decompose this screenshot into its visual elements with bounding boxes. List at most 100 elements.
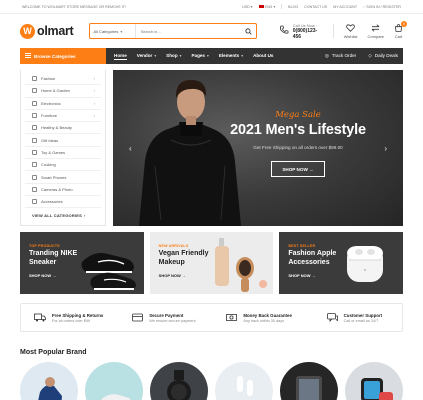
contact-link[interactable]: CONTACT US	[304, 5, 327, 9]
currency-select[interactable]: USD ▾	[242, 5, 252, 9]
menu-icon	[25, 53, 31, 59]
beauty-icon	[32, 125, 37, 131]
home-icon	[32, 88, 37, 94]
sidebar-item-cameras[interactable]: Cameras & Photo	[25, 184, 101, 196]
search-icon[interactable]	[242, 27, 256, 35]
brand-item[interactable]	[150, 362, 208, 400]
logo[interactable]: W olmart	[20, 23, 87, 39]
chat-icon	[326, 309, 338, 327]
main-nav: Browse Categories Home Vendor ▾ Shop ▾ Pag…	[20, 48, 403, 64]
browse-categories-button[interactable]: Browse Categories	[20, 48, 106, 64]
brand-item[interactable]	[280, 362, 338, 400]
chevron-right-icon: ›	[93, 88, 95, 94]
hero-slider: ‹ › Mega Sale 2021 Men's Lifestyle Get F…	[113, 70, 403, 226]
sidebar-item-health-beauty[interactable]: Healthy & Beauty	[25, 122, 101, 135]
top-bar: WELCOME TO WOLMART STORE MESSAGE OR REMO…	[0, 0, 423, 14]
electronics-icon	[32, 100, 37, 106]
nav-pages[interactable]: Pages ▾	[191, 53, 208, 59]
phone-icon	[279, 22, 289, 40]
promo-banner-makeup[interactable]: NEW ARRIVALS Vegan Friendly Makeup SHOP …	[149, 232, 274, 294]
language-select[interactable]: ENG ▾	[258, 5, 275, 9]
chevron-down-icon: ▾	[179, 53, 182, 58]
brand-row	[20, 362, 403, 400]
furniture-icon	[32, 113, 37, 119]
sidebar-item-toys[interactable]: Toy & Games	[25, 147, 101, 160]
welcome-text: WELCOME TO WOLMART STORE MESSAGE OR REMO…	[22, 4, 126, 9]
chevron-right-icon: ›	[93, 100, 95, 106]
brand-item[interactable]	[20, 362, 78, 400]
sidebar-item-electronics[interactable]: Electronics ›	[25, 98, 101, 110]
cart-button[interactable]: 0 Cart	[394, 20, 407, 39]
compare-button[interactable]: Compare	[368, 23, 384, 39]
top-links: USD ▾ ENG ▾ BLOG CONTACT US MY ACCOUNT ◌…	[242, 4, 401, 9]
hero-shop-now-button[interactable]: SHOP NOW →	[271, 161, 325, 177]
tag-icon: ◇	[368, 52, 372, 58]
sidebar-item-accessories[interactable]: Accessories	[25, 196, 101, 209]
hero-tag: Mega Sale	[275, 110, 321, 120]
logo-mark-icon: W	[20, 23, 35, 39]
search-bar: All Categories ▾	[88, 23, 257, 39]
chevron-right-icon: ›	[93, 76, 95, 82]
brand-item[interactable]	[345, 362, 403, 400]
cooking-icon	[32, 162, 37, 168]
promo-banners: TOP PRODUCTS Tranding NIKE Sneaker SHOP …	[20, 232, 404, 294]
nav-about[interactable]: About Us	[253, 53, 273, 59]
slider-prev-arrow[interactable]: ‹	[129, 144, 132, 153]
nav-menu: Home Vendor ▾ Shop ▾ Pages ▾ Elements ▾ Abou…	[114, 53, 273, 60]
wallet-icon	[132, 309, 144, 327]
feature-shipping: Free Shipping & Returns For all orders ov…	[21, 309, 116, 327]
sidebar-item-fashion[interactable]: Fashion ›	[25, 73, 101, 86]
sidebar-item-cooking[interactable]: Cooking	[25, 159, 101, 172]
nav-shop[interactable]: Shop ▾	[166, 53, 181, 59]
promo-banner-apple[interactable]: BEST SELLER Fashion Apple Accessories SH…	[279, 232, 404, 294]
feature-strip: Free Shipping & Returns For all orders ov…	[20, 303, 403, 332]
sign-in-link[interactable]: ◌ SIGN IN / REGISTER	[363, 5, 401, 9]
fashion-icon	[32, 76, 37, 82]
sidebar-item-home-garden[interactable]: Home & Garden ›	[25, 85, 101, 98]
chevron-down-icon: ▾	[154, 53, 157, 58]
heart-icon	[346, 23, 355, 33]
hero-content: Mega Sale 2021 Men's Lifestyle Get Free …	[193, 110, 403, 177]
user-icon: ◌	[363, 4, 366, 9]
brand-item[interactable]	[85, 362, 143, 400]
toy-icon	[32, 149, 37, 155]
nav-vendor[interactable]: Vendor ▾	[137, 53, 156, 59]
nav-right: ◎ Track Order ◇ Daily Deals	[325, 53, 403, 60]
sneaker-image	[81, 253, 136, 290]
feature-support: Customer Support Call or email us 24/7	[307, 309, 402, 327]
nav-home[interactable]: Home	[114, 53, 127, 60]
money-icon	[226, 309, 238, 327]
sidebar-item-gift-ideas[interactable]: Gift Ideas	[25, 134, 101, 147]
brand-item[interactable]	[215, 362, 273, 400]
hero-subtitle: Get Free Shipping on all orders over $99…	[253, 145, 343, 150]
search-category-select[interactable]: All Categories ▾	[90, 24, 136, 38]
daily-deals-link[interactable]: ◇ Daily Deals	[368, 53, 398, 60]
feature-payment: Secure Payment We ensure secure payment	[116, 309, 211, 327]
call-number[interactable]: 0(800)123-456	[293, 28, 323, 40]
track-order-link[interactable]: ◎ Track Order	[325, 53, 356, 60]
chevron-right-icon: ›	[93, 113, 95, 119]
makeup-image	[215, 238, 268, 292]
wishlist-button[interactable]: Wishlist	[344, 23, 358, 39]
my-account-link[interactable]: MY ACCOUNT	[333, 5, 357, 9]
header-actions: Call Us Now : 0(800)123-456 Wishlist Com…	[279, 20, 407, 40]
logo-text: olmart	[37, 24, 74, 38]
nav-elements[interactable]: Elements ▾	[219, 53, 243, 59]
blog-link[interactable]: BLOG	[288, 5, 298, 9]
header: W olmart All Categories ▾ Call Us Now : …	[0, 14, 423, 48]
gift-icon	[32, 137, 37, 143]
sidebar-item-smart-phones[interactable]: Smart Phones	[25, 171, 101, 184]
promo-banner-sneaker[interactable]: TOP PRODUCTS Tranding NIKE Sneaker SHOP …	[20, 232, 144, 294]
hero-title: 2021 Men's Lifestyle	[230, 122, 366, 138]
flag-icon	[258, 5, 264, 8]
chevron-down-icon: ▾	[241, 53, 244, 58]
search-input[interactable]	[135, 24, 242, 38]
feature-money-back: Money Back Guarantee Any back within 30 d…	[212, 309, 307, 327]
section-title: Most Popular Brand	[20, 349, 87, 356]
view-all-categories-link[interactable]: VIEW ALL CATEGORIES ›	[25, 208, 101, 218]
call-info: Call Us Now : 0(800)123-456	[279, 22, 323, 40]
chevron-down-icon: ▾	[207, 53, 209, 58]
compare-icon	[371, 23, 380, 33]
sidebar-item-furniture[interactable]: Furniture ›	[25, 110, 101, 123]
chevron-down-icon: ▾	[120, 28, 123, 34]
